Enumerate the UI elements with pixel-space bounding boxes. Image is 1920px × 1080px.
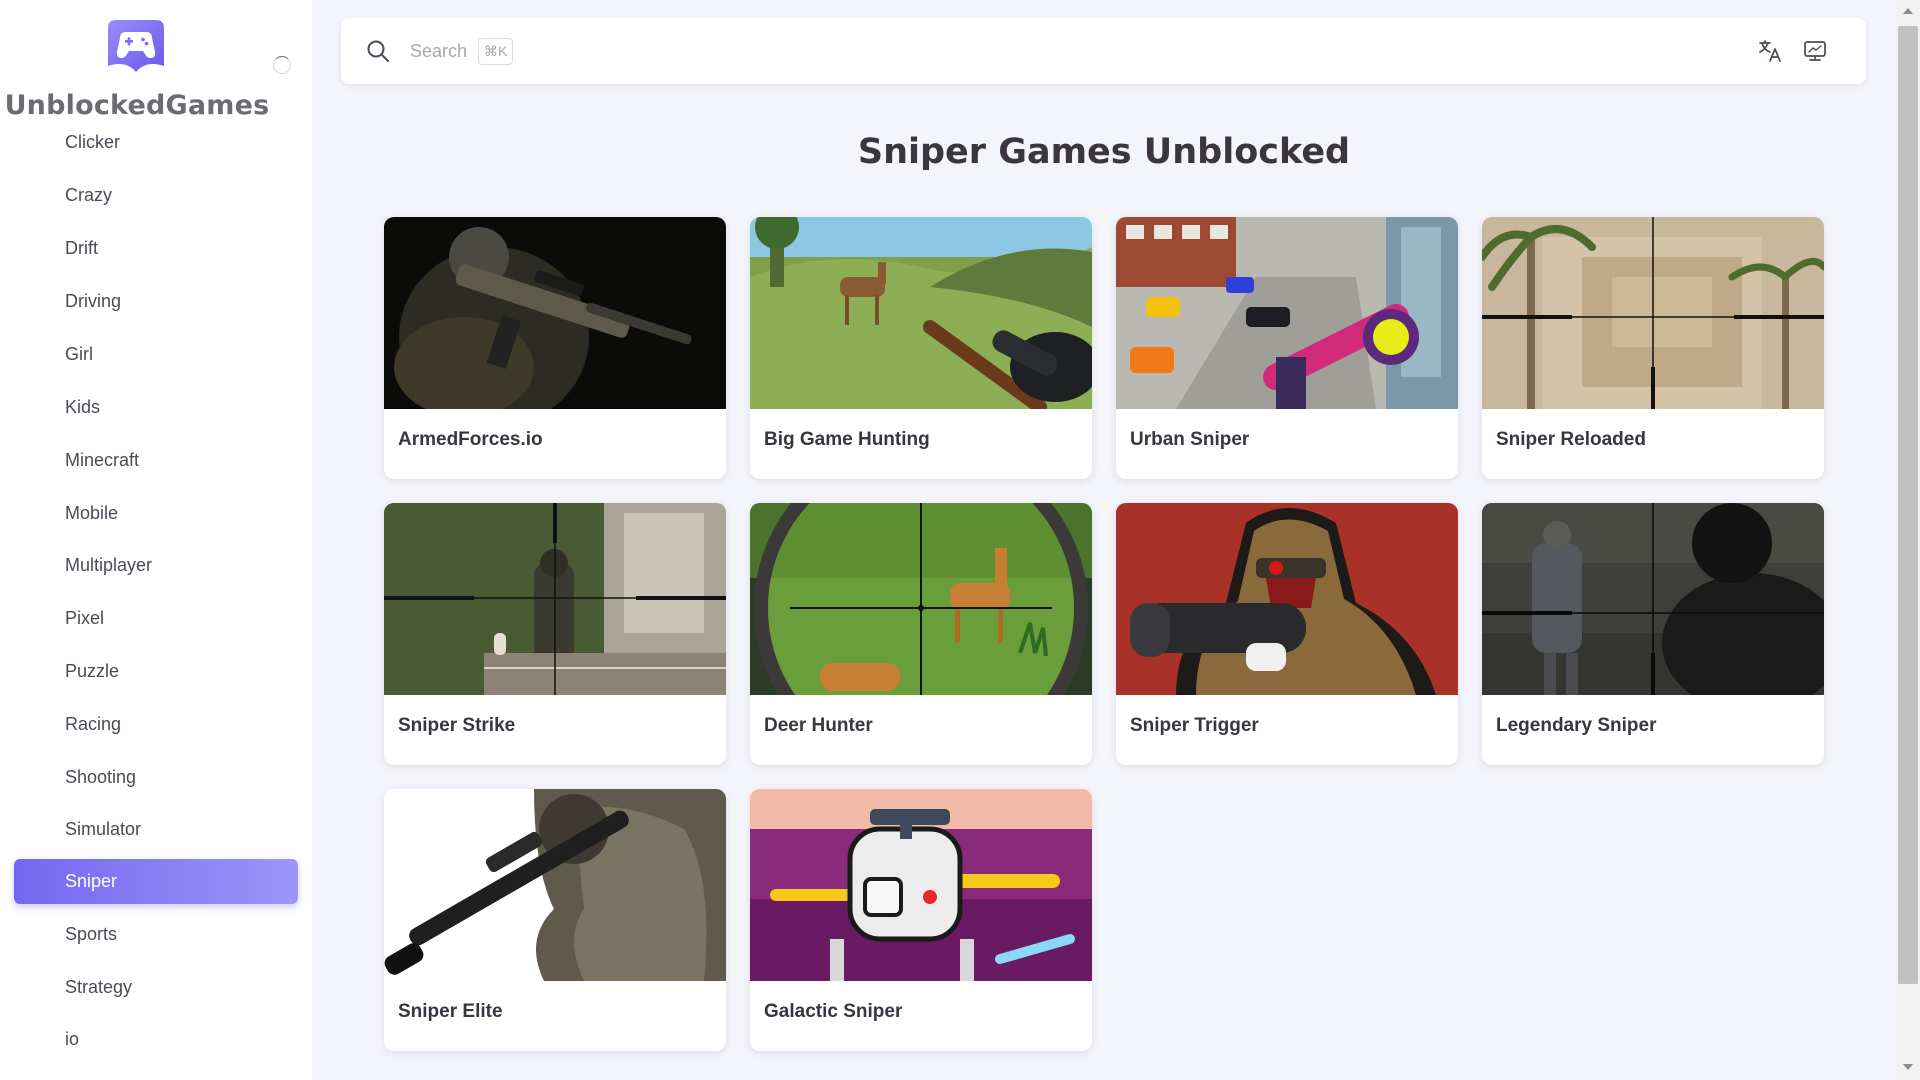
sidebar-item-crazy[interactable]: Crazy [14, 173, 298, 218]
sidebar-item-drift[interactable]: Drift [14, 226, 298, 271]
game-thumbnail [1116, 503, 1458, 695]
search-icon[interactable] [365, 38, 391, 64]
brand-header: UnblockedGames [0, 0, 312, 130]
game-thumbnail [1482, 217, 1824, 409]
sidebar-item-label: Driving [65, 291, 122, 311]
scroll-up-icon[interactable] [1903, 8, 1913, 14]
game-title: Sniper Reloaded [1496, 429, 1646, 450]
sidebar-item-label: Shooting [65, 767, 137, 787]
page-title: Sniper Games Unblocked [857, 132, 1351, 172]
search-shortcut-badge: ⌘K [478, 38, 514, 65]
sidebar-item-label: Simulator [65, 819, 142, 839]
monitor-icon[interactable] [1802, 38, 1828, 64]
sidebar-item-puzzle[interactable]: Puzzle [14, 649, 298, 694]
game-thumbnail [1116, 217, 1458, 409]
sidebar: Clicker Crazy Drift Driving Girl Kids Mi… [0, 0, 312, 1080]
sidebar-item-label: Puzzle [65, 661, 120, 681]
sidebar-item-label: Girl [65, 344, 93, 364]
game-card-armedforces-io[interactable]: ArmedForces.io [384, 217, 726, 479]
scroll-down-icon[interactable] [1903, 1064, 1913, 1070]
game-card-legendary-sniper[interactable]: Legendary Sniper [1482, 503, 1824, 765]
sidebar-item-pixel[interactable]: Pixel [14, 596, 298, 641]
sidebar-item-kids[interactable]: Kids [14, 385, 298, 430]
sidebar-item-label: io [65, 1029, 80, 1049]
sidebar-item-girl[interactable]: Girl [14, 332, 298, 377]
sidebar-item-label: Kids [65, 397, 101, 417]
search-trigger[interactable]: Search [410, 41, 467, 62]
sidebar-item-mobile[interactable]: Mobile [14, 491, 298, 536]
game-title: ArmedForces.io [398, 429, 543, 450]
translate-icon[interactable] [1757, 38, 1783, 64]
game-thumbnail [750, 503, 1092, 695]
sidebar-item-label: Strategy [65, 977, 133, 997]
game-card-sniper-elite[interactable]: Sniper Elite [384, 789, 726, 1051]
sidebar-item-label: Drift [65, 238, 98, 258]
game-thumbnail [1482, 503, 1824, 695]
sidebar-item-label: Multiplayer [65, 555, 153, 575]
sidebar-item-label: Minecraft [65, 450, 140, 470]
sidebar-item-label: Sports [65, 924, 118, 944]
sidebar-item-strategy[interactable]: Strategy [14, 965, 298, 1010]
sidebar-item-sniper[interactable]: Sniper [14, 859, 298, 904]
game-thumbnail [750, 789, 1092, 981]
game-card-urban-sniper[interactable]: Urban Sniper [1116, 217, 1458, 479]
game-thumbnail [750, 217, 1092, 409]
top-bar: Search ⌘K [341, 18, 1866, 84]
game-card-big-game-hunting[interactable]: Big Game Hunting [750, 217, 1092, 479]
game-card-sniper-strike[interactable]: Sniper Strike [384, 503, 726, 765]
game-title: Urban Sniper [1130, 429, 1250, 450]
sidebar-item-shooting[interactable]: Shooting [14, 755, 298, 800]
sidebar-item-label: Racing [65, 714, 122, 734]
game-card-deer-hunter[interactable]: Deer Hunter [750, 503, 1092, 765]
game-card-sniper-trigger[interactable]: Sniper Trigger [1116, 503, 1458, 765]
sidebar-item-label: Crazy [65, 185, 113, 205]
sidebar-item-simulator[interactable]: Simulator [14, 807, 298, 852]
game-title: Big Game Hunting [764, 429, 930, 450]
sidebar-toggle[interactable] [273, 56, 291, 74]
sidebar-item-driving[interactable]: Driving [14, 279, 298, 324]
game-title: Deer Hunter [764, 715, 873, 736]
gamepad-icon[interactable] [106, 16, 166, 74]
scrollbar-thumb[interactable] [1898, 26, 1918, 984]
game-thumbnail [384, 789, 726, 981]
sidebar-item-sports[interactable]: Sports [14, 912, 298, 957]
brand-title[interactable]: UnblockedGames [0, 90, 274, 121]
sidebar-item-io[interactable]: io [14, 1017, 298, 1062]
sidebar-item-label: Mobile [65, 503, 119, 523]
game-title: Legendary Sniper [1496, 715, 1657, 736]
sidebar-item-multiplayer[interactable]: Multiplayer [14, 543, 298, 588]
game-thumbnail [384, 503, 726, 695]
page-scrollbar[interactable] [1896, 0, 1920, 1080]
sidebar-item-label: Clicker [65, 132, 121, 152]
game-thumbnail [384, 217, 726, 409]
game-title: Galactic Sniper [764, 1001, 903, 1022]
game-title: Sniper Elite [398, 1001, 503, 1022]
sidebar-item-label: Sniper [65, 871, 118, 891]
sidebar-item-minecraft[interactable]: Minecraft [14, 438, 298, 483]
game-title: Sniper Strike [398, 715, 516, 736]
game-card-galactic-sniper[interactable]: Galactic Sniper [750, 789, 1092, 1051]
sidebar-item-label: Pixel [65, 608, 105, 628]
sidebar-item-racing[interactable]: Racing [14, 702, 298, 747]
game-title: Sniper Trigger [1130, 715, 1259, 736]
game-card-sniper-reloaded[interactable]: Sniper Reloaded [1482, 217, 1824, 479]
